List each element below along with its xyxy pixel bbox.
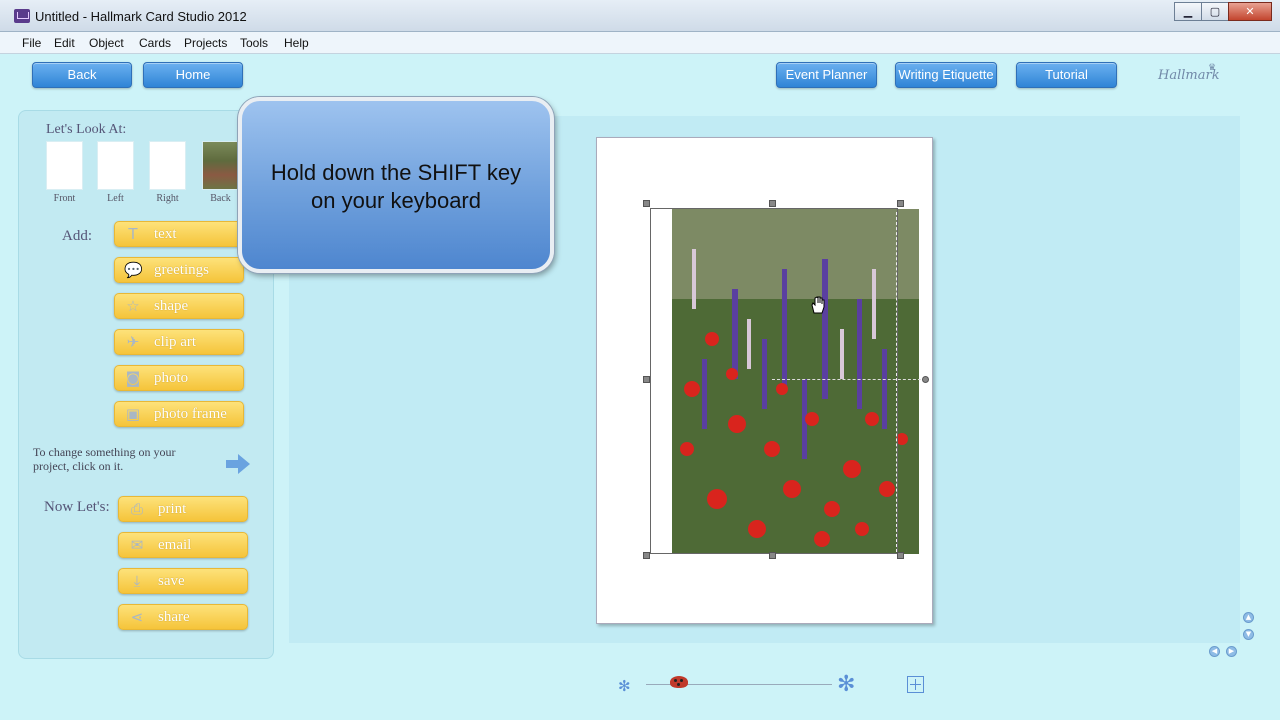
window-title: Untitled - Hallmark Card Studio 2012 bbox=[35, 9, 247, 24]
menu-file[interactable]: File bbox=[22, 36, 41, 50]
minimize-button[interactable]: ▁ bbox=[1174, 2, 1202, 21]
add-clip-art-button[interactable]: ✈ clip art bbox=[114, 329, 244, 355]
star-icon: ☆ bbox=[126, 297, 140, 315]
title-bar: Untitled - Hallmark Card Studio 2012 ▁ ▢… bbox=[0, 0, 1280, 32]
scroll-right-icon[interactable]: ▶ bbox=[1226, 646, 1237, 657]
add-photo-frame-button[interactable]: ▣ photo frame bbox=[114, 401, 244, 427]
resize-handle-sw[interactable] bbox=[643, 552, 650, 559]
add-photo-frame-label: photo frame bbox=[154, 406, 227, 422]
save-icon: ⤓ bbox=[133, 572, 141, 590]
add-greetings-label: greetings bbox=[154, 262, 209, 278]
crop-guide bbox=[896, 212, 897, 552]
menu-tools[interactable]: Tools bbox=[240, 36, 268, 50]
tutorial-button[interactable]: Tutorial bbox=[1016, 62, 1117, 88]
close-button[interactable]: ✕ bbox=[1228, 2, 1272, 21]
resize-handle-w[interactable] bbox=[643, 376, 650, 383]
lets-look-at-label: Let's Look At: bbox=[46, 122, 127, 137]
tooltip-line-2: on your keyboard bbox=[311, 188, 481, 213]
bird-icon: ✈ bbox=[126, 333, 140, 351]
tooltip-line-1: Hold down the SHIFT key bbox=[270, 160, 522, 185]
add-photo-button[interactable]: ◙ photo bbox=[114, 365, 244, 391]
maximize-button[interactable]: ▢ bbox=[1201, 2, 1229, 21]
view-back-thumbnail[interactable] bbox=[202, 141, 239, 190]
email-button[interactable]: ✉ email bbox=[118, 532, 248, 558]
writing-etiquette-button[interactable]: Writing Etiquette bbox=[895, 62, 997, 88]
picture-frame-icon: ▣ bbox=[125, 405, 141, 423]
tutorial-tooltip: Hold down the SHIFT key on your keyboard bbox=[238, 97, 554, 273]
text-tool-icon: T bbox=[128, 225, 138, 243]
zoom-in-icon[interactable]: ✻ bbox=[837, 672, 855, 697]
hand-cursor-icon bbox=[811, 296, 825, 314]
add-text-button[interactable]: T text bbox=[114, 221, 244, 247]
crown-icon: ♛ bbox=[1208, 62, 1217, 72]
menu-edit[interactable]: Edit bbox=[54, 36, 75, 50]
menu-help[interactable]: Help bbox=[284, 36, 309, 50]
printer-icon: ⎙ bbox=[130, 500, 143, 518]
add-greetings-button[interactable]: 💬 greetings bbox=[114, 257, 244, 283]
view-left-label: Left bbox=[107, 193, 124, 204]
add-shape-label: shape bbox=[154, 298, 189, 314]
print-button[interactable]: ⎙ print bbox=[118, 496, 248, 522]
window-controls: ▁ ▢ ✕ bbox=[1174, 2, 1272, 21]
resize-handle-nw[interactable] bbox=[643, 200, 650, 207]
envelope-icon: ✉ bbox=[130, 536, 144, 554]
share-label: share bbox=[158, 609, 190, 625]
resize-handle-s[interactable] bbox=[769, 552, 776, 559]
view-right-thumbnail[interactable] bbox=[149, 141, 186, 190]
zoom-out-icon[interactable]: ✻ bbox=[618, 677, 631, 695]
home-button[interactable]: Home bbox=[143, 62, 243, 88]
resize-handle-n[interactable] bbox=[769, 200, 776, 207]
email-label: email bbox=[158, 537, 192, 553]
save-button[interactable]: ⤓ save bbox=[118, 568, 248, 594]
resize-handle-ne[interactable] bbox=[897, 200, 904, 207]
view-right-label: Right bbox=[156, 193, 179, 204]
speech-bubble-icon: 💬 bbox=[124, 261, 143, 279]
scroll-up-icon[interactable]: ▲ bbox=[1243, 612, 1254, 623]
ladybug-slider-thumb[interactable] bbox=[670, 676, 688, 688]
share-icon: ⋖ bbox=[130, 608, 144, 626]
add-text-label: text bbox=[154, 226, 177, 242]
fit-to-window-icon[interactable] bbox=[907, 676, 924, 693]
resize-handle-se[interactable] bbox=[897, 552, 904, 559]
scroll-down-icon[interactable]: ▼ bbox=[1243, 629, 1254, 640]
now-lets-label: Now Let's: bbox=[44, 499, 110, 515]
print-label: print bbox=[158, 501, 187, 517]
back-button[interactable]: Back bbox=[32, 62, 132, 88]
view-front-label: Front bbox=[53, 193, 76, 204]
add-label: Add: bbox=[62, 228, 92, 244]
add-shape-button[interactable]: ☆ shape bbox=[114, 293, 244, 319]
event-planner-button[interactable]: Event Planner bbox=[776, 62, 877, 88]
menu-projects[interactable]: Projects bbox=[184, 36, 227, 50]
share-button[interactable]: ⋖ share bbox=[118, 604, 248, 630]
view-back-label: Back bbox=[210, 193, 231, 204]
rotate-handle[interactable] bbox=[922, 376, 929, 383]
save-label: save bbox=[158, 573, 185, 589]
view-left-thumbnail[interactable] bbox=[97, 141, 134, 190]
menu-bar: File Edit Object Cards Projects Tools He… bbox=[0, 32, 1280, 54]
view-front-thumbnail[interactable] bbox=[46, 141, 83, 190]
scroll-left-icon[interactable]: ◀ bbox=[1209, 646, 1220, 657]
menu-cards[interactable]: Cards bbox=[139, 36, 171, 50]
camera-icon: ◙ bbox=[125, 369, 141, 387]
arrow-right-icon bbox=[226, 454, 250, 474]
tooltip-text: Hold down the SHIFT key on your keyboard bbox=[242, 159, 550, 215]
menu-object[interactable]: Object bbox=[89, 36, 124, 50]
app-window: Untitled - Hallmark Card Studio 2012 ▁ ▢… bbox=[0, 0, 1280, 720]
hint-text: To change something on your project, cli… bbox=[33, 445, 176, 473]
add-clip-art-label: clip art bbox=[154, 334, 197, 350]
hallmark-app-icon bbox=[14, 9, 30, 23]
rotation-guide bbox=[772, 379, 926, 380]
add-photo-label: photo bbox=[154, 370, 189, 386]
selection-frame[interactable] bbox=[650, 208, 898, 554]
